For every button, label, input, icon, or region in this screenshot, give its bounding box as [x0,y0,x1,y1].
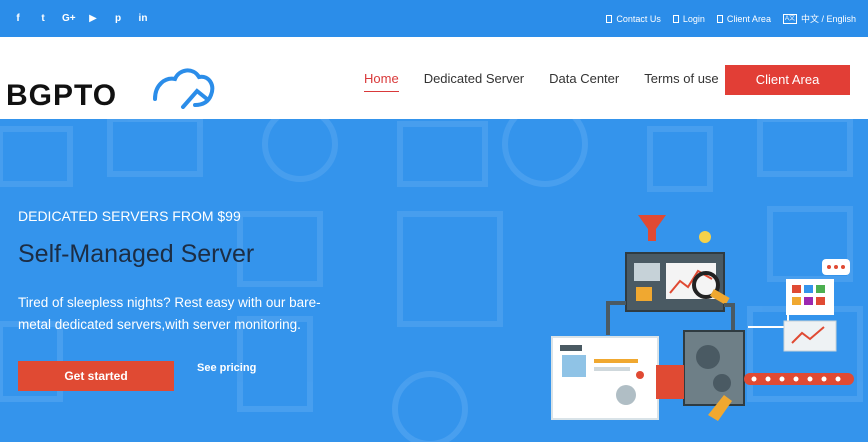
pinterest-icon[interactable]: p [112,12,124,26]
main-navbar: BGPTO Home Dedicated Server Data Center … [0,37,868,119]
lock-icon [716,15,723,23]
contact-label: Contact Us [616,14,661,24]
envelope-icon [606,15,613,23]
nav-data-center[interactable]: Data Center [549,71,619,92]
server-machine-illustration [551,215,854,421]
logo[interactable]: BGPTO [5,51,215,112]
language-label: 中文 / English [800,14,856,24]
nav-terms-of-use[interactable]: Terms of use [644,71,718,92]
login-link[interactable]: Login [672,12,705,26]
hero-headline: Self-Managed Server [18,240,255,268]
youtube-icon[interactable]: ▶ [87,12,99,26]
top-bar: f t G+ ▶ p in Contact Us Login Client Ar… [0,0,868,37]
nav-dedicated-server[interactable]: Dedicated Server [424,71,524,92]
client-area-label: Client Area [726,14,771,24]
client-area-button[interactable]: Client Area [725,65,850,95]
hero-eyebrow: DEDICATED SERVERS FROM $99 [18,208,241,224]
facebook-icon[interactable]: f [12,12,24,26]
client-area-link[interactable]: Client Area [716,12,771,26]
hero-banner: DEDICATED SERVERS FROM $99 Self-Managed … [0,119,868,442]
logo-text: BGPTO [6,79,118,112]
nav-home[interactable]: Home [364,71,399,92]
language-switch[interactable]: A文 中文 / English [782,12,856,26]
login-label: Login [682,14,705,24]
twitter-icon[interactable]: t [37,12,49,26]
contact-link[interactable]: Contact Us [606,12,661,26]
user-icon [672,15,679,23]
primary-nav: Home Dedicated Server Data Center Terms … [364,71,719,92]
see-pricing-link[interactable]: See pricing [197,362,256,374]
social-links: f t G+ ▶ p in [12,12,149,26]
linkedin-icon[interactable]: in [137,12,149,26]
hero-description: Tired of sleepless nights? Rest easy wit… [18,295,321,332]
google-plus-icon[interactable]: G+ [62,12,76,26]
get-started-button[interactable]: Get started [18,361,174,391]
top-links: Contact Us Login Client Area A文 中文 / Eng… [606,12,856,26]
translate-icon: A文 [782,14,797,24]
